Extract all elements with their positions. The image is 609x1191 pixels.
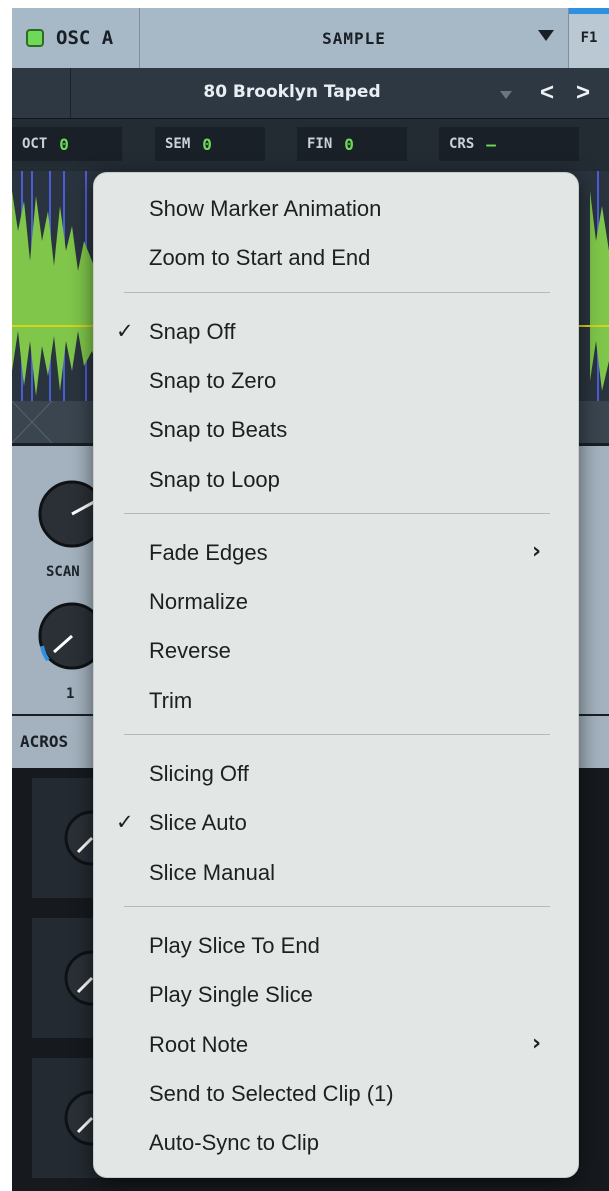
coarse-param[interactable]: CRS – <box>439 127 579 161</box>
menu-separator <box>124 512 550 514</box>
menu-separator <box>124 905 550 907</box>
menu-separator <box>124 291 550 293</box>
menu-item-show-marker-animation[interactable]: Show Marker Animation <box>94 187 580 231</box>
menu-item-auto-sync-to-clip[interactable]: Auto-Sync to Clip <box>94 1121 580 1165</box>
menu-item-label: Snap to Zero <box>149 367 277 393</box>
waveform-context-menu: Show Marker Animation Zoom to Start and E… <box>93 172 579 1178</box>
osc-enabled-led-icon[interactable] <box>26 29 44 47</box>
coarse-value[interactable]: – <box>486 135 496 154</box>
octave-param[interactable]: OCT 0 <box>12 127 122 161</box>
oscillator-header: OSC A SAMPLE F1 <box>12 8 609 68</box>
menu-item-reverse[interactable]: Reverse <box>94 629 580 673</box>
menu-item-zoom-to-start-and-end[interactable]: Zoom to Start and End <box>94 236 580 280</box>
menu-item-play-slice-to-end[interactable]: Play Slice To End <box>94 924 580 968</box>
menu-item-label: Snap to Beats <box>149 417 288 443</box>
semitone-param[interactable]: SEM 0 <box>155 127 265 161</box>
menu-item-label: Zoom to Start and End <box>149 245 371 271</box>
menu-item-send-to-selected-clip-1[interactable]: Send to Selected Clip (1) <box>94 1072 580 1116</box>
menu-item-label: Auto-Sync to Clip <box>149 1130 319 1156</box>
menu-item-label: Snap to Loop <box>149 466 280 492</box>
menu-item-label: Play Single Slice <box>149 982 313 1008</box>
sample-name[interactable]: 80 Brooklyn Taped <box>12 82 572 102</box>
menu-item-slice-auto[interactable]: ✓ Slice Auto <box>94 801 580 845</box>
menu-item-slice-manual[interactable]: Slice Manual <box>94 851 580 895</box>
previous-sample-button[interactable]: < <box>540 79 554 107</box>
menu-item-label: Play Slice To End <box>149 932 320 958</box>
menu-item-root-note[interactable]: Root Note › <box>94 1023 580 1067</box>
menu-item-label: Slice Auto <box>149 810 247 836</box>
menu-item-label: Trim <box>149 687 193 713</box>
checkmark-icon: ✓ <box>116 810 134 835</box>
checkmark-icon: ✓ <box>116 318 134 343</box>
macros-title: ACROS <box>20 732 69 751</box>
semitone-value[interactable]: 0 <box>202 135 212 154</box>
menu-item-label: Show Marker Animation <box>149 196 382 221</box>
fine-label: FIN <box>307 136 333 152</box>
octave-label: OCT <box>22 136 48 152</box>
menu-item-snap-off[interactable]: ✓ Snap Off <box>94 310 580 354</box>
osc-a-toggle[interactable]: OSC A <box>12 8 140 68</box>
fine-value[interactable]: 0 <box>344 135 354 154</box>
menu-item-snap-to-zero[interactable]: Snap to Zero <box>94 359 580 403</box>
chevron-down-icon <box>538 30 554 41</box>
menu-item-label: Normalize <box>149 589 249 615</box>
sample-selector-bar: 80 Brooklyn Taped < > <box>12 68 609 119</box>
osc-mode-value: SAMPLE <box>322 28 386 48</box>
semitone-label: SEM <box>165 136 191 152</box>
fine-param[interactable]: FIN 0 <box>297 127 407 161</box>
osc-mode-dropdown[interactable]: SAMPLE <box>140 8 568 68</box>
sample-dropdown-caret-icon[interactable] <box>500 91 512 99</box>
menu-item-label: Reverse <box>149 638 231 664</box>
coarse-label: CRS <box>449 136 475 152</box>
menu-item-slicing-off[interactable]: Slicing Off <box>94 752 580 796</box>
menu-item-label: Slicing Off <box>149 761 249 786</box>
menu-item-label: Send to Selected Clip (1) <box>149 1080 394 1106</box>
menu-item-label: Root Note <box>149 1031 249 1057</box>
menu-item-snap-to-beats[interactable]: Snap to Beats <box>94 408 580 452</box>
chevron-right-icon: › <box>532 538 542 564</box>
octave-value[interactable]: 0 <box>59 135 69 154</box>
menu-item-play-single-slice[interactable]: Play Single Slice <box>94 973 580 1017</box>
menu-separator <box>124 734 550 735</box>
menu-item-label: Fade Edges <box>149 539 268 565</box>
chevron-right-icon: › <box>532 1030 542 1056</box>
menu-item-snap-to-loop[interactable]: Snap to Loop <box>94 458 580 502</box>
filter-routing-button[interactable]: F1 <box>568 8 609 68</box>
menu-item-label: Slice Manual <box>149 859 275 885</box>
filter-routing-label: F1 <box>580 30 598 46</box>
menu-item-label: Snap Off <box>149 318 236 344</box>
pitch-param-row: OCT 0 SEM 0 FIN 0 CRS – <box>12 119 609 171</box>
menu-item-trim[interactable]: Trim <box>94 679 580 723</box>
menu-item-fade-edges[interactable]: Fade Edges › <box>94 531 580 575</box>
osc-title: OSC A <box>56 27 114 49</box>
next-sample-button[interactable]: > <box>576 79 590 107</box>
menu-item-normalize[interactable]: Normalize <box>94 580 580 624</box>
